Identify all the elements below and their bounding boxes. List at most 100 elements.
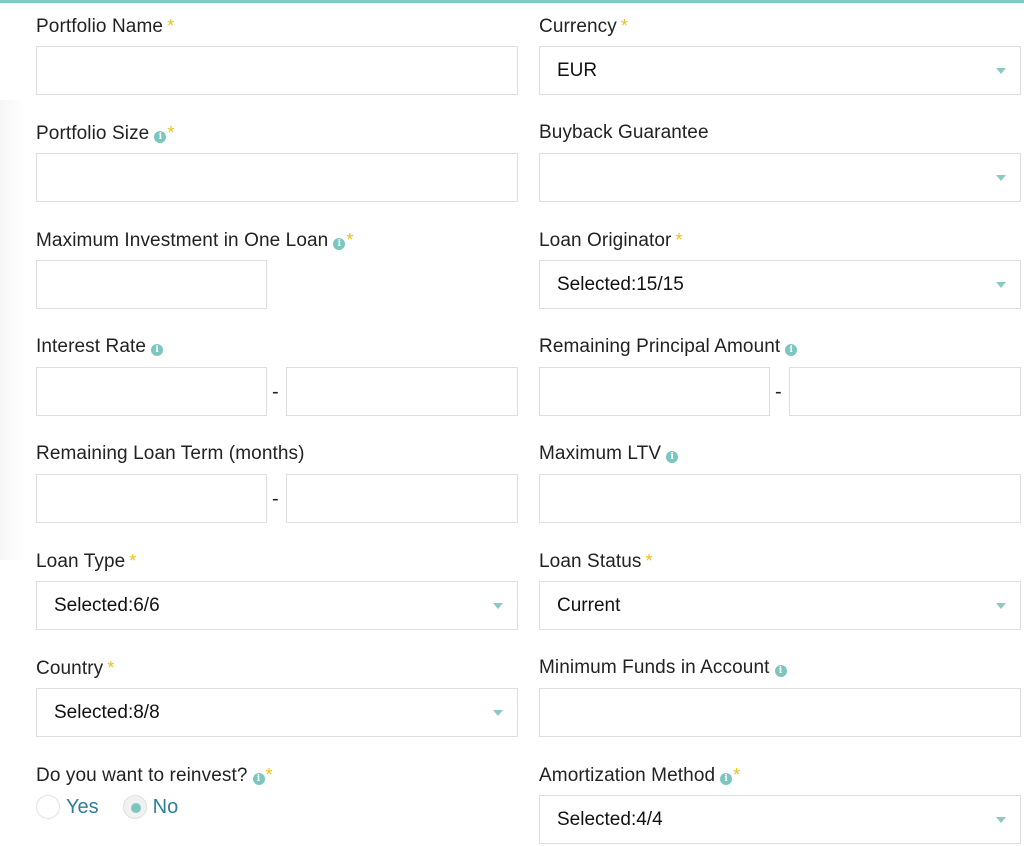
reinvest-radio-group: Yes No — [36, 795, 202, 819]
loan-status-value: Current — [557, 595, 621, 616]
interest-rate-min-field[interactable] — [37, 368, 266, 415]
info-icon[interactable]: i — [151, 344, 164, 356]
label-text: Loan Originator — [539, 230, 672, 251]
remaining-term-max-field[interactable] — [287, 475, 517, 522]
label-text: Interest Rate — [36, 336, 147, 357]
reinvest-label: Do you want to reinvest? i * — [36, 763, 273, 787]
required-star-icon: * — [167, 123, 175, 143]
currency-value: EUR — [557, 60, 598, 81]
amortization-select[interactable]: Selected:4/4 — [539, 795, 1021, 844]
label-text: Minimum Funds in Account — [539, 657, 770, 678]
required-star-icon: * — [675, 230, 683, 250]
remaining-term-min-input[interactable] — [36, 474, 267, 523]
label-text: Currency — [539, 16, 617, 37]
remaining-principal-max-field[interactable] — [790, 368, 1020, 415]
label-text: Buyback Guarantee — [539, 122, 709, 143]
label-text: Amortization Method — [539, 765, 716, 786]
portfolio-name-field[interactable] — [37, 47, 517, 94]
loan-originator-label: Loan Originator * — [539, 228, 683, 252]
label-text: Remaining Loan Term (months) — [36, 443, 305, 464]
max-ltv-field[interactable] — [540, 475, 1020, 522]
chevron-down-icon — [996, 68, 1006, 74]
label-text: Portfolio Name — [36, 16, 164, 37]
radio-unchecked-icon[interactable] — [36, 795, 60, 819]
reinvest-no-radio[interactable]: No — [122, 795, 179, 819]
buyback-guarantee-select[interactable] — [539, 153, 1021, 202]
chevron-down-icon — [493, 603, 503, 609]
required-star-icon: * — [733, 765, 741, 785]
portfolio-size-label: Portfolio Size i * — [36, 121, 174, 145]
amortization-value: Selected:4/4 — [557, 809, 663, 830]
remaining-term-max-input[interactable] — [286, 474, 518, 523]
portfolio-size-input[interactable] — [36, 153, 518, 202]
portfolio-name-label: Portfolio Name * — [36, 14, 174, 38]
country-value: Selected:8/8 — [54, 702, 160, 723]
label-text: Do you want to reinvest? — [36, 765, 248, 786]
required-star-icon: * — [265, 765, 273, 785]
sidebar-shadow — [0, 100, 26, 560]
chevron-down-icon — [996, 175, 1006, 181]
interest-rate-label: Interest Rate i — [36, 335, 164, 359]
chevron-down-icon — [493, 710, 503, 716]
currency-select[interactable]: EUR — [539, 46, 1021, 95]
required-star-icon: * — [346, 230, 354, 250]
remaining-principal-max-input[interactable] — [789, 367, 1021, 416]
remaining-principal-min-field[interactable] — [540, 368, 769, 415]
reinvest-yes-radio[interactable]: Yes — [36, 795, 99, 819]
loan-type-select[interactable]: Selected:6/6 — [36, 581, 518, 630]
required-star-icon: * — [167, 16, 175, 36]
info-icon[interactable]: i — [666, 451, 679, 463]
interest-rate-max-input[interactable] — [286, 367, 518, 416]
label-text: Loan Status — [539, 551, 642, 572]
info-icon[interactable]: i — [252, 773, 265, 785]
remaining-principal-label: Remaining Principal Amount i — [539, 335, 798, 359]
max-investment-label: Maximum Investment in One Loan i * — [36, 228, 353, 252]
currency-label: Currency * — [539, 14, 628, 38]
required-star-icon: * — [107, 658, 115, 678]
loan-status-select[interactable]: Current — [539, 581, 1021, 630]
info-icon[interactable]: i — [154, 131, 167, 143]
required-star-icon: * — [129, 551, 137, 571]
min-funds-input[interactable] — [539, 688, 1021, 737]
remaining-principal-min-input[interactable] — [539, 367, 770, 416]
label-text: Maximum Investment in One Loan — [36, 230, 329, 251]
info-icon[interactable]: i — [785, 344, 798, 356]
loan-type-value: Selected:6/6 — [54, 595, 160, 616]
info-icon[interactable]: i — [333, 238, 346, 250]
required-star-icon: * — [620, 16, 628, 36]
amortization-label: Amortization Method i * — [539, 763, 740, 787]
chevron-down-icon — [996, 817, 1006, 823]
min-funds-label: Minimum Funds in Account i — [539, 656, 787, 680]
max-investment-input[interactable] — [36, 260, 267, 309]
range-separator: - — [272, 488, 279, 510]
country-select[interactable]: Selected:8/8 — [36, 688, 518, 737]
portfolio-name-input[interactable] — [36, 46, 518, 95]
label-text: Country — [36, 658, 104, 679]
loan-type-label: Loan Type * — [36, 549, 136, 573]
top-accent-border — [0, 0, 1024, 3]
max-ltv-input[interactable] — [539, 474, 1021, 523]
radio-label[interactable]: Yes — [66, 796, 99, 819]
label-text: Loan Type — [36, 551, 126, 572]
min-funds-field[interactable] — [540, 689, 1020, 736]
chevron-down-icon — [996, 282, 1006, 288]
max-ltv-label: Maximum LTV i — [539, 442, 679, 466]
interest-rate-min-input[interactable] — [36, 367, 267, 416]
label-text: Maximum LTV — [539, 443, 662, 464]
required-star-icon: * — [645, 551, 653, 571]
chevron-down-icon — [996, 603, 1006, 609]
label-text: Portfolio Size — [36, 123, 150, 144]
loan-originator-value: Selected:15/15 — [557, 274, 684, 295]
buyback-guarantee-label: Buyback Guarantee — [539, 121, 709, 145]
radio-checked-icon[interactable] — [122, 795, 147, 819]
radio-label[interactable]: No — [153, 796, 179, 819]
remaining-term-min-field[interactable] — [37, 475, 266, 522]
loan-originator-select[interactable]: Selected:15/15 — [539, 260, 1021, 309]
interest-rate-max-field[interactable] — [287, 368, 517, 415]
max-investment-field[interactable] — [37, 261, 266, 308]
range-separator: - — [775, 381, 782, 403]
portfolio-size-field[interactable] — [37, 154, 517, 201]
info-icon[interactable]: i — [774, 665, 787, 677]
remaining-term-label: Remaining Loan Term (months) — [36, 442, 305, 466]
info-icon[interactable]: i — [720, 773, 733, 785]
